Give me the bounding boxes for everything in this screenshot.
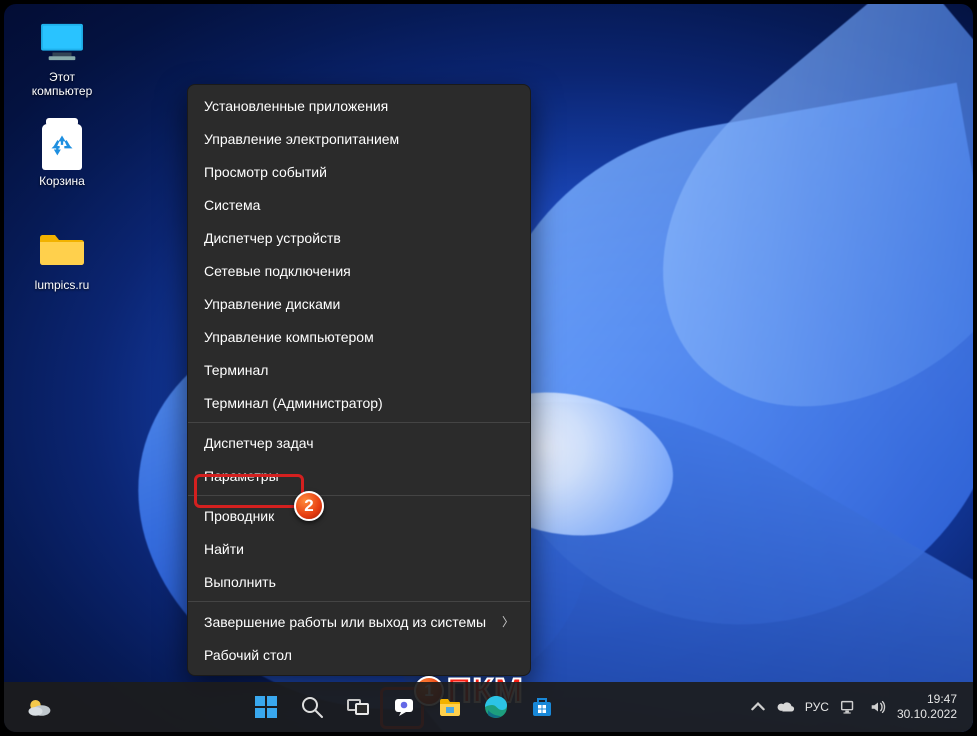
- desktop-icon-label: Корзина: [22, 174, 102, 188]
- menu-separator: [188, 495, 530, 496]
- clock[interactable]: 19:47 30.10.2022: [897, 692, 957, 722]
- folder-icon: [38, 226, 86, 274]
- taskbar: РУС 19:47 30.10.2022: [4, 682, 973, 732]
- menu-item-task-manager[interactable]: Диспетчер задач: [188, 426, 530, 459]
- chat-icon: [391, 694, 417, 720]
- annotation-badge-2: 2: [294, 491, 324, 521]
- monitor-icon: [38, 18, 86, 66]
- menu-item-settings[interactable]: Параметры: [188, 459, 530, 492]
- language-indicator[interactable]: РУС: [805, 700, 829, 714]
- menu-item-device-manager[interactable]: Диспетчер устройств: [188, 221, 530, 254]
- folder-icon: [437, 694, 463, 720]
- edge-button[interactable]: [475, 686, 517, 728]
- menu-separator: [188, 601, 530, 602]
- menu-item-terminal[interactable]: Терминал: [188, 353, 530, 386]
- menu-item-search[interactable]: Найти: [188, 532, 530, 565]
- search-icon: [299, 694, 325, 720]
- explorer-button[interactable]: [429, 686, 471, 728]
- menu-item-explorer[interactable]: Проводник: [188, 499, 530, 532]
- task-view-icon: [345, 694, 371, 720]
- menu-item-installed-apps[interactable]: Установленные приложения: [188, 89, 530, 122]
- start-button[interactable]: [245, 686, 287, 728]
- weather-icon: [25, 693, 53, 721]
- tray-onedrive[interactable]: [777, 698, 795, 716]
- edge-icon: [483, 694, 509, 720]
- task-view-button[interactable]: [337, 686, 379, 728]
- menu-item-shutdown-signout[interactable]: Завершение работы или выход из системы〉: [188, 605, 530, 638]
- chevron-right-icon: 〉: [502, 613, 514, 630]
- clock-date: 30.10.2022: [897, 707, 957, 722]
- chat-button[interactable]: [383, 686, 425, 728]
- clock-time: 19:47: [897, 692, 957, 707]
- desktop-icon-label: Этот компьютер: [22, 70, 102, 98]
- menu-item-event-viewer[interactable]: Просмотр событий: [188, 155, 530, 188]
- network-icon: [839, 698, 857, 716]
- recycle-bin-icon: [38, 122, 86, 170]
- menu-item-disk-management[interactable]: Управление дисками: [188, 287, 530, 320]
- window-frame: Этот компьютер Корзина lumpics.ru Устано…: [0, 0, 977, 736]
- desktop-icon-folder[interactable]: lumpics.ru: [22, 226, 102, 292]
- menu-item-desktop[interactable]: Рабочий стол: [188, 638, 530, 671]
- tray-network-sound[interactable]: [839, 698, 887, 716]
- store-button[interactable]: [521, 686, 563, 728]
- windows-logo-icon: [253, 694, 279, 720]
- taskbar-center: [60, 686, 749, 728]
- menu-separator: [188, 422, 530, 423]
- menu-item-run[interactable]: Выполнить: [188, 565, 530, 598]
- desktop-icon-recycle-bin[interactable]: Корзина: [22, 122, 102, 188]
- menu-item-system[interactable]: Система: [188, 188, 530, 221]
- tray-overflow-button[interactable]: [749, 698, 767, 716]
- search-button[interactable]: [291, 686, 333, 728]
- sound-icon: [869, 698, 887, 716]
- menu-item-power-options[interactable]: Управление электропитанием: [188, 122, 530, 155]
- menu-item-computer-management[interactable]: Управление компьютером: [188, 320, 530, 353]
- desktop[interactable]: Этот компьютер Корзина lumpics.ru Устано…: [4, 4, 973, 732]
- start-context-menu: Установленные приложения Управление элек…: [187, 84, 531, 676]
- cloud-icon: [777, 698, 795, 716]
- store-icon: [529, 694, 555, 720]
- desktop-icon-label: lumpics.ru: [22, 278, 102, 292]
- desktop-icon-this-pc[interactable]: Этот компьютер: [22, 18, 102, 98]
- widgets-button[interactable]: [18, 686, 60, 728]
- chevron-up-icon: [749, 698, 767, 716]
- system-tray: РУС 19:47 30.10.2022: [749, 692, 967, 722]
- menu-item-network-connections[interactable]: Сетевые подключения: [188, 254, 530, 287]
- menu-item-terminal-admin[interactable]: Терминал (Администратор): [188, 386, 530, 419]
